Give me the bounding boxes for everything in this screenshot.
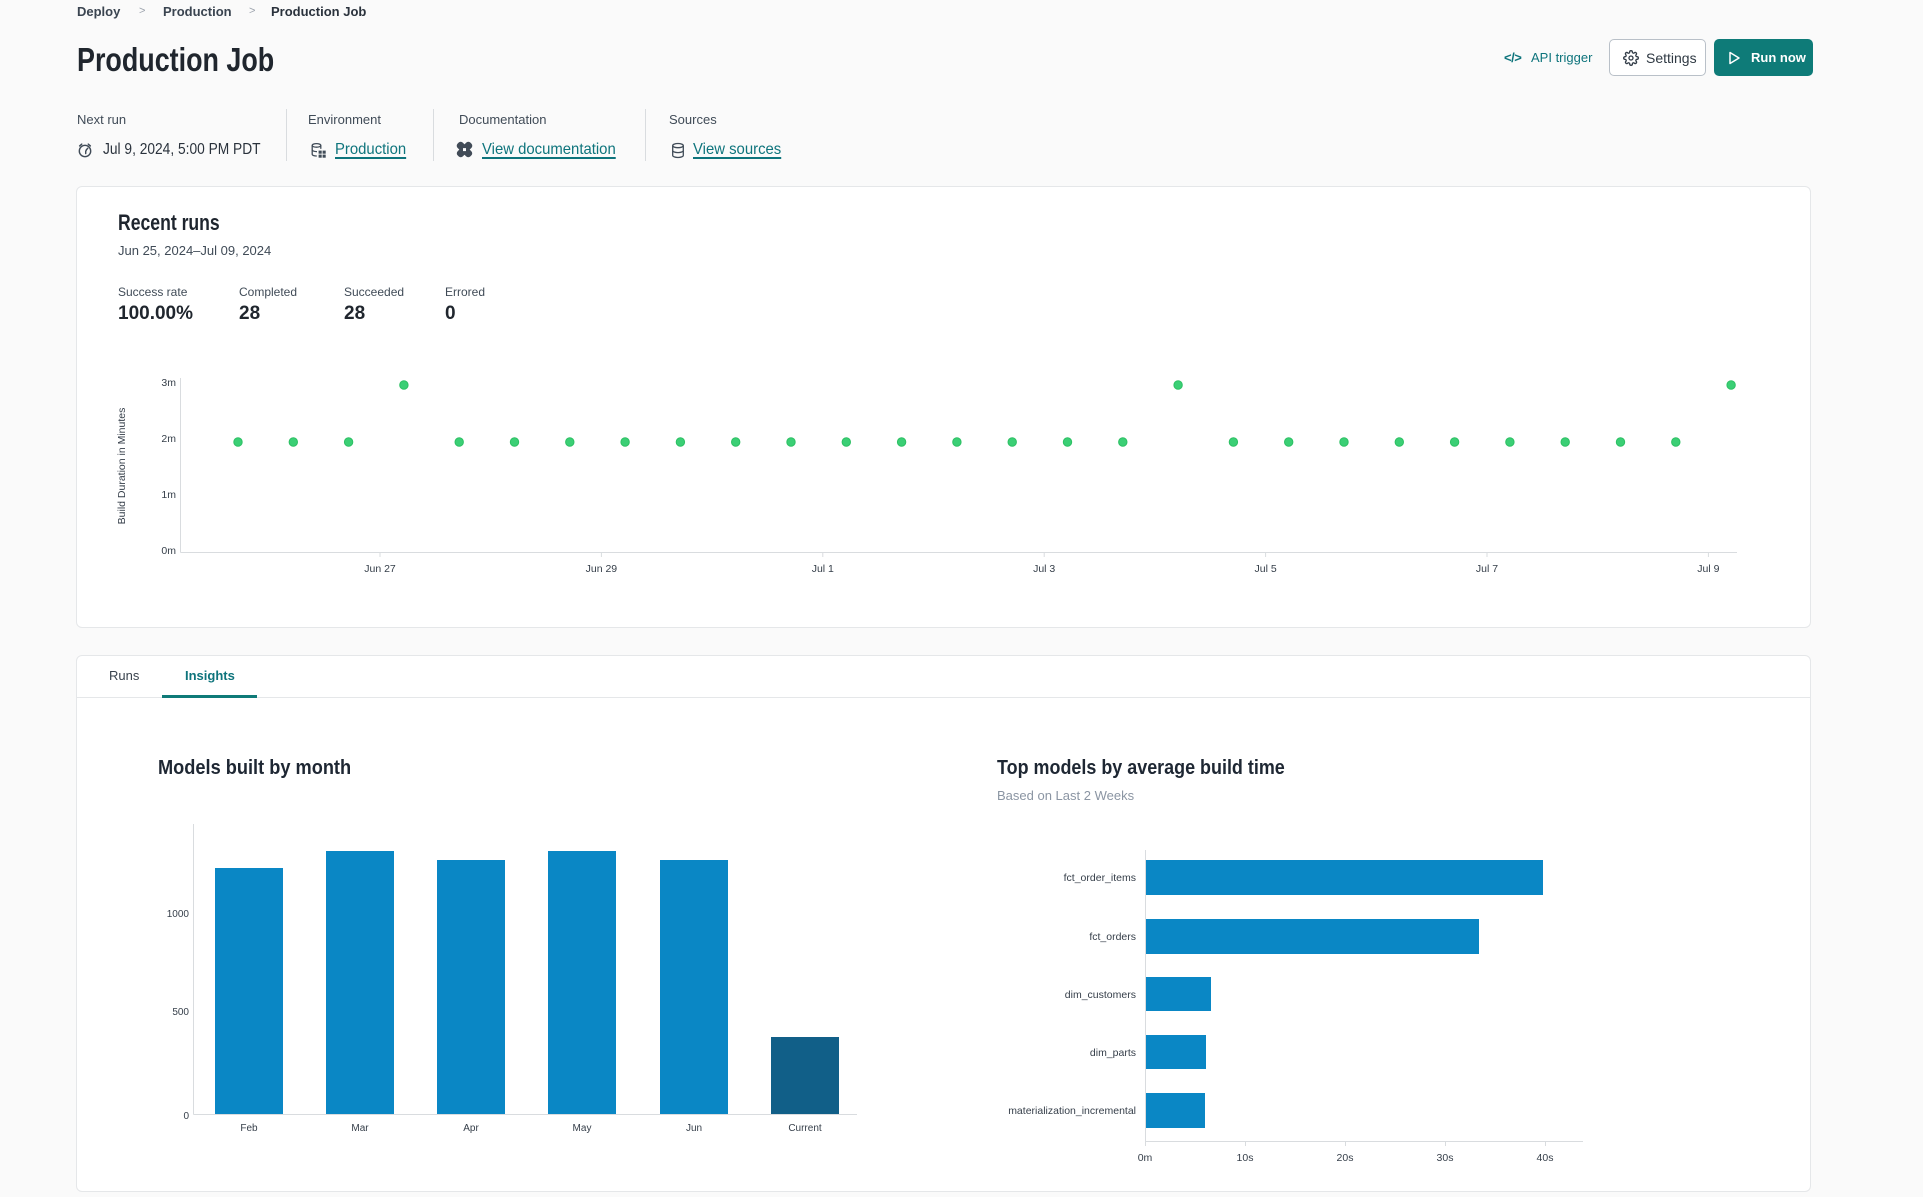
svg-text:1m: 1m: [161, 489, 176, 501]
svg-text:Jul 3: Jul 3: [1033, 563, 1055, 575]
svg-text:Jul 7: Jul 7: [1476, 563, 1498, 575]
svg-text:Jul 1: Jul 1: [812, 563, 834, 575]
svg-text:0m: 0m: [1138, 1152, 1153, 1164]
svg-text:fct_order_items: fct_order_items: [1064, 872, 1136, 884]
svg-text:500: 500: [172, 1007, 189, 1018]
svg-text:30s: 30s: [1437, 1152, 1454, 1164]
svg-text:dim_parts: dim_parts: [1090, 1047, 1136, 1059]
svg-text:fct_orders: fct_orders: [1089, 931, 1136, 943]
svg-text:2m: 2m: [161, 433, 176, 445]
svg-text:Jun 29: Jun 29: [586, 563, 618, 575]
svg-text:3m: 3m: [161, 377, 176, 389]
svg-text:Mar: Mar: [351, 1123, 369, 1134]
svg-text:0: 0: [183, 1111, 189, 1122]
svg-text:materialization_incremental: materialization_incremental: [1008, 1105, 1136, 1117]
svg-text:20s: 20s: [1337, 1152, 1354, 1164]
svg-text:May: May: [573, 1123, 592, 1134]
svg-text:Current: Current: [788, 1123, 822, 1134]
svg-text:0m: 0m: [161, 545, 176, 557]
svg-text:Jun 27: Jun 27: [364, 563, 396, 575]
svg-text:Jul 5: Jul 5: [1255, 563, 1277, 575]
svg-text:dim_customers: dim_customers: [1065, 989, 1136, 1001]
svg-text:1000: 1000: [167, 909, 190, 920]
svg-text:Feb: Feb: [240, 1123, 258, 1134]
svg-text:10s: 10s: [1237, 1152, 1254, 1164]
svg-text:Apr: Apr: [463, 1123, 479, 1134]
svg-text:Jun: Jun: [686, 1123, 702, 1134]
svg-text:Build Duration in Minutes: Build Duration in Minutes: [116, 408, 128, 525]
svg-text:Jul 9: Jul 9: [1697, 563, 1719, 575]
svg-text:40s: 40s: [1537, 1152, 1554, 1164]
